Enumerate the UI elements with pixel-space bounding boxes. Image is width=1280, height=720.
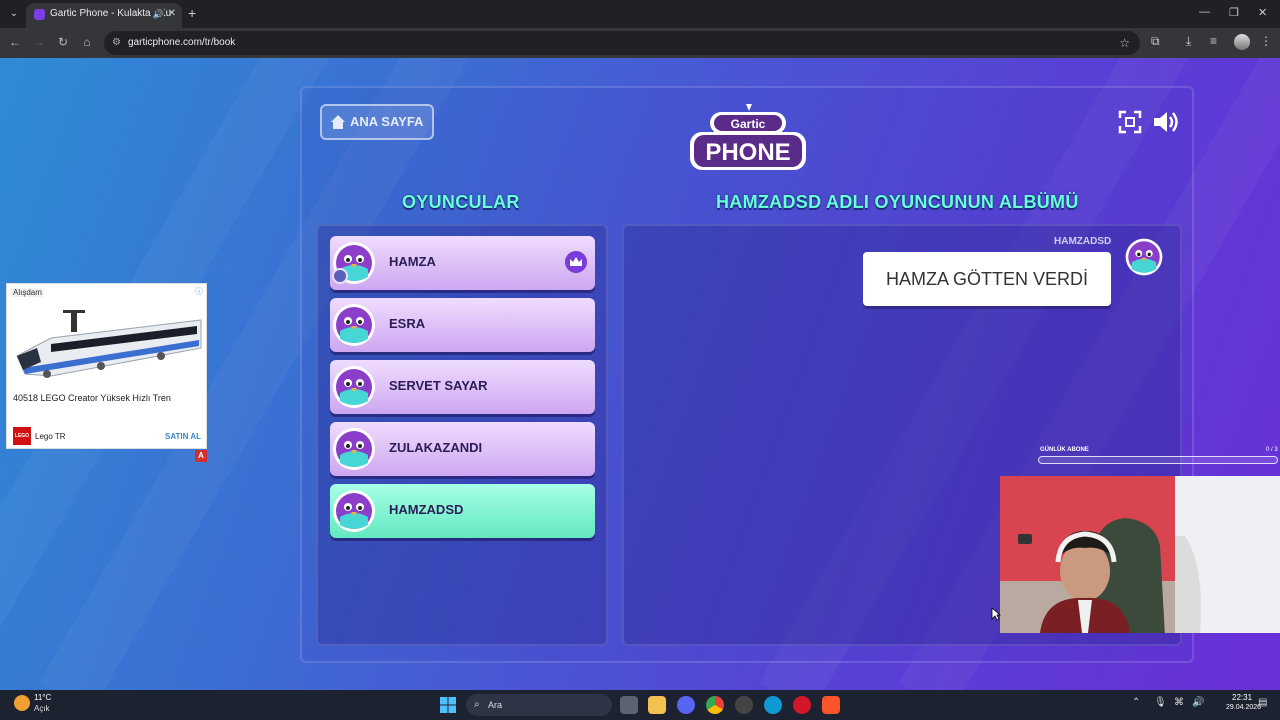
menu-icon[interactable]: ⋮ bbox=[1260, 34, 1272, 48]
player-name: ESRA bbox=[389, 316, 426, 331]
album-author-name: HAMZADSD bbox=[1054, 236, 1112, 247]
home-button-label: ANA SAYFA bbox=[350, 114, 424, 129]
player-card-servet-sayar[interactable]: SERVET SAYAR bbox=[330, 360, 595, 414]
bird-avatar-icon bbox=[333, 428, 375, 470]
opera-icon[interactable] bbox=[793, 696, 811, 714]
fullscreen-icon[interactable] bbox=[1118, 110, 1142, 134]
gartic-favicon-icon bbox=[34, 9, 45, 20]
bird-avatar-icon bbox=[333, 490, 375, 532]
bird-avatar-icon bbox=[333, 304, 375, 346]
gartic-phone-logo: Gartic PHONE bbox=[690, 104, 806, 170]
ad-buy-button[interactable]: SATIN AL bbox=[165, 432, 201, 441]
reload-icon[interactable]: ↻ bbox=[55, 34, 71, 50]
media-control-icon[interactable]: ≡ bbox=[1210, 34, 1217, 48]
logo-bottom-text: PHONE bbox=[705, 139, 790, 166]
ad-info-icon[interactable]: ⓘ bbox=[195, 286, 203, 297]
url-text: garticphone.com/tr/book bbox=[128, 37, 236, 48]
profile-avatar[interactable] bbox=[1234, 34, 1250, 50]
lego-logo: LEGO bbox=[13, 427, 31, 445]
weather-icon[interactable] bbox=[14, 695, 30, 711]
site-info-icon[interactable]: ⚙ bbox=[112, 31, 121, 55]
page-content: Alışdam ⓘ 40518 LEGO Creator Yüksek Hızl… bbox=[0, 58, 1280, 690]
forward-icon[interactable]: → bbox=[31, 34, 47, 50]
player-card-hamza[interactable]: HAMZA bbox=[330, 236, 595, 290]
search-placeholder: Ara bbox=[488, 700, 503, 710]
download-icon[interactable]: ⤓ bbox=[1186, 34, 1191, 49]
browser-toolbar: ← → ↻ ⌂ ⚙ garticphone.com/tr/book ☆ ⧉ ⤓ … bbox=[0, 28, 1280, 58]
clock-time[interactable]: 22:31 bbox=[1232, 693, 1252, 702]
lego-train-image bbox=[16, 310, 202, 378]
network-icon[interactable]: ⌘ bbox=[1174, 697, 1184, 708]
logo-top-text: Gartic bbox=[731, 117, 766, 131]
volume-icon[interactable]: 🔊 bbox=[1192, 697, 1204, 708]
restore-icon[interactable]: ❐ bbox=[1229, 6, 1239, 19]
player-card-hamzadsd[interactable]: HAMZADSD bbox=[330, 484, 595, 538]
tab-search-icon[interactable]: ⌄ bbox=[6, 6, 22, 22]
window-close-icon[interactable]: ✕ bbox=[1258, 6, 1267, 19]
speaker-icon[interactable] bbox=[1152, 110, 1180, 134]
daily-sub-progress-bar bbox=[1038, 456, 1278, 464]
back-icon[interactable]: ← bbox=[7, 34, 23, 50]
new-tab-button[interactable]: + bbox=[188, 5, 196, 21]
daily-sub-label: GÜNLÜK ABONE bbox=[1040, 447, 1089, 453]
windows-taskbar: 11°C Açık ⌕ Ara ⌃ 🎙 ⌘ 🔊 22:31 29.04.2026… bbox=[0, 690, 1280, 720]
extensions-icon[interactable]: ⧉ bbox=[1151, 34, 1160, 49]
chrome-icon[interactable] bbox=[706, 696, 724, 714]
weather-temperature: 11°C bbox=[34, 693, 52, 702]
browser-tab[interactable]: Gartic Phone - Kulaktan Ku 🔊 ✕ bbox=[26, 3, 182, 28]
webcam-feed bbox=[1000, 476, 1280, 633]
players-panel: HAMZA ESRA SERVET SAYAR ZULAKAZANDI HAMZ… bbox=[316, 224, 608, 646]
daily-sub-count: 0 / 3 bbox=[1266, 447, 1278, 453]
minimize-icon[interactable]: — bbox=[1199, 6, 1210, 18]
player-name: ZULAKAZANDI bbox=[389, 440, 483, 455]
brave-icon[interactable] bbox=[822, 696, 840, 714]
ad-brand: Lego TR bbox=[35, 432, 66, 441]
home-icon[interactable]: ⌂ bbox=[79, 34, 95, 50]
microphone-icon[interactable]: 🎙 bbox=[1154, 697, 1167, 708]
address-bar[interactable]: ⚙ garticphone.com/tr/book ☆ bbox=[104, 31, 1140, 55]
ad-title: 40518 LEGO Creator Yüksek Hızlı Tren bbox=[13, 393, 171, 403]
audio-icon[interactable]: 🔊 bbox=[150, 3, 164, 25]
host-icon bbox=[332, 268, 348, 284]
windows-start-icon[interactable] bbox=[440, 697, 456, 713]
mouse-cursor-icon bbox=[991, 607, 1001, 621]
player-name: HAMZA bbox=[389, 254, 436, 269]
player-name: HAMZADSD bbox=[389, 502, 464, 517]
house-icon bbox=[331, 115, 345, 129]
edge-icon[interactable] bbox=[764, 696, 782, 714]
file-explorer-icon[interactable] bbox=[648, 696, 666, 714]
album-message-bubble: HAMZA GÖTTEN VERDİ bbox=[863, 252, 1111, 306]
clock-date[interactable]: 29.04.2026 bbox=[1226, 704, 1261, 711]
obs-icon[interactable] bbox=[735, 696, 753, 714]
ad-label: Alışdam bbox=[11, 288, 44, 297]
search-icon: ⌕ bbox=[474, 699, 480, 710]
tab-close-icon[interactable]: ✕ bbox=[168, 3, 176, 25]
browser-tab-bar: ⌄ Gartic Phone - Kulaktan Ku 🔊 ✕ + — ❐ ✕ bbox=[0, 0, 1280, 28]
weather-description: Açık bbox=[34, 704, 50, 713]
player-card-esra[interactable]: ESRA bbox=[330, 298, 595, 352]
crown-icon bbox=[565, 251, 587, 273]
bookmark-star-icon[interactable]: ☆ bbox=[1119, 31, 1130, 55]
tray-expand-icon[interactable]: ⌃ bbox=[1132, 697, 1140, 708]
discord-icon[interactable] bbox=[677, 696, 695, 714]
notification-icon[interactable]: ▤ bbox=[1258, 697, 1267, 708]
advertisement[interactable]: Alışdam ⓘ 40518 LEGO Creator Yüksek Hızl… bbox=[6, 283, 207, 449]
ad-badge: A bbox=[195, 450, 207, 462]
task-view-icon[interactable] bbox=[620, 696, 638, 714]
home-button[interactable]: ANA SAYFA bbox=[320, 104, 434, 140]
player-name: SERVET SAYAR bbox=[389, 378, 488, 393]
players-title: OYUNCULAR bbox=[402, 192, 520, 212]
bird-avatar-icon bbox=[333, 366, 375, 408]
album-title: HAMZADSD ADLI OYUNCUNUN ALBÜMÜ bbox=[716, 192, 1079, 212]
taskbar-search[interactable]: ⌕ Ara bbox=[466, 694, 612, 716]
bird-avatar-icon bbox=[1125, 238, 1163, 276]
player-card-zulakazandi[interactable]: ZULAKAZANDI bbox=[330, 422, 595, 476]
